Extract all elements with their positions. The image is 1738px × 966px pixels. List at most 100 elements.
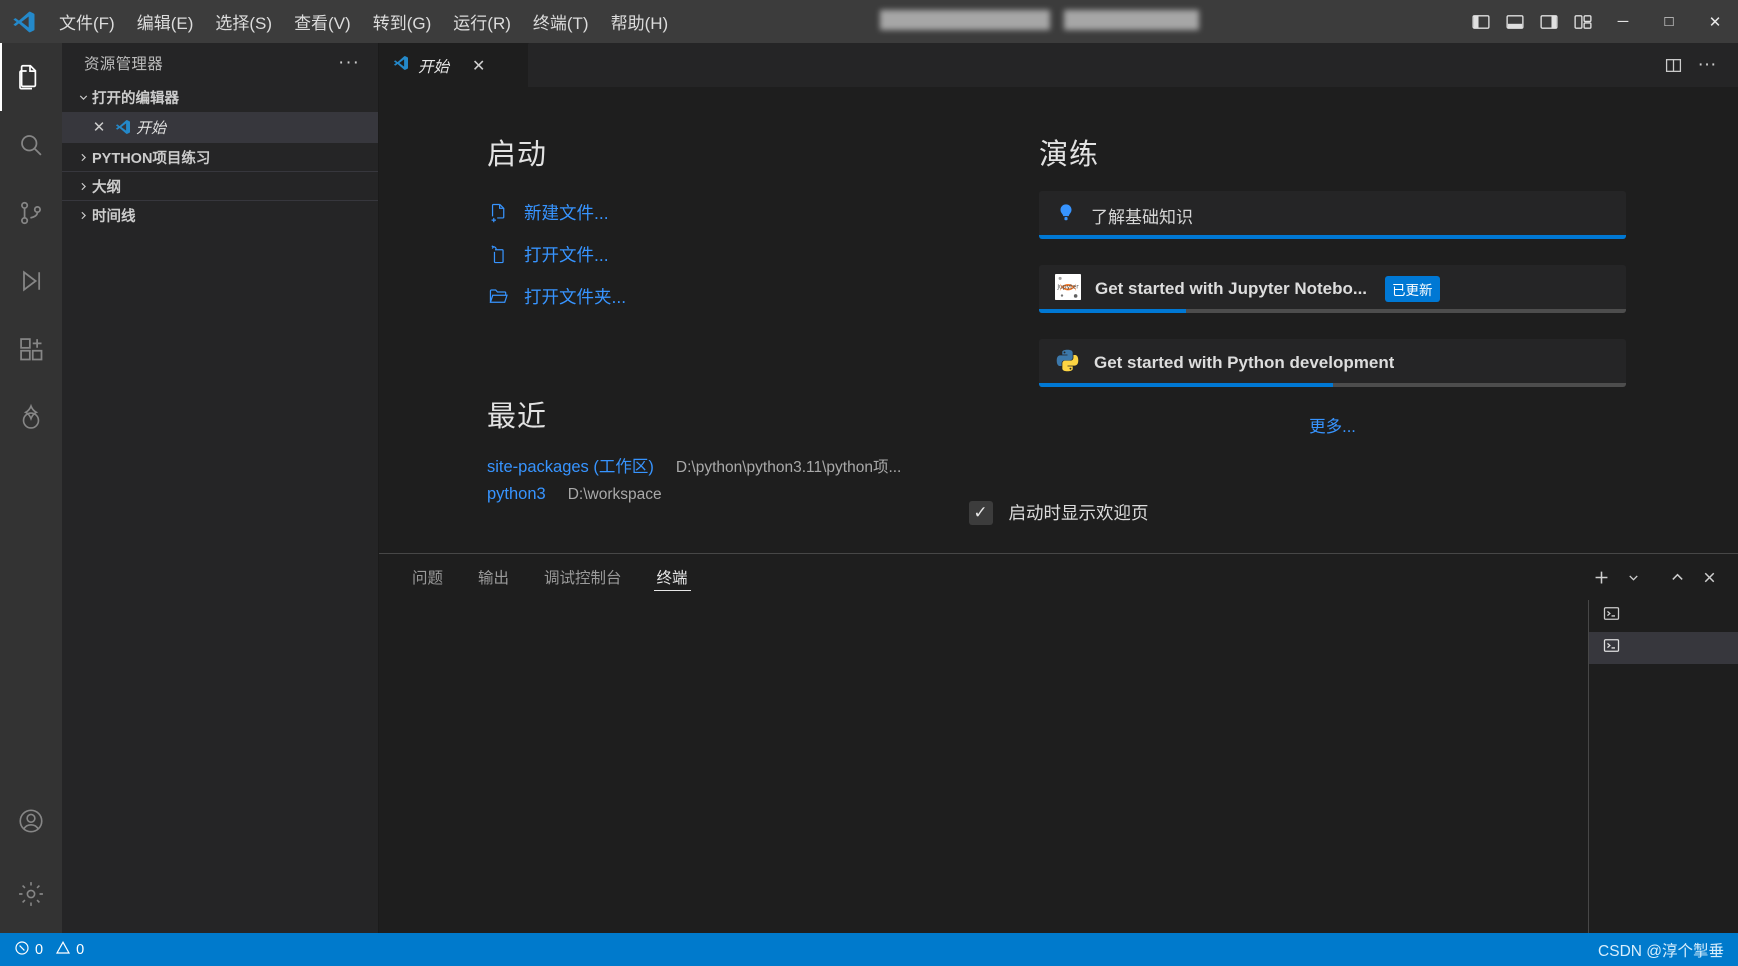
- walkthrough-title: Get started with Python development: [1094, 353, 1395, 372]
- activity-extensions[interactable]: [0, 315, 62, 383]
- walkthrough-title: Get started with Jupyter Notebo...: [1095, 279, 1368, 298]
- vscode-logo-icon: [0, 10, 48, 34]
- menu-terminal[interactable]: 终端(T): [522, 0, 600, 43]
- status-bar: 0 0 CSDN @淳个掣垂: [0, 933, 1738, 966]
- menu-file[interactable]: 文件(F): [48, 0, 126, 43]
- menu-go[interactable]: 转到(G): [362, 0, 443, 43]
- window-close-button[interactable]: ✕: [1692, 0, 1738, 43]
- warning-count[interactable]: 0: [55, 940, 84, 960]
- activity-settings[interactable]: [0, 855, 62, 933]
- activity-bar: [0, 43, 62, 933]
- vscode-window: 文件(F) 编辑(E) 选择(S) 查看(V) 转到(G) 运行(R) 终端(T…: [0, 0, 1738, 966]
- chevron-right-icon: [74, 180, 92, 193]
- error-circle-icon: [14, 940, 30, 960]
- sidebar-section-project[interactable]: PYTHON项目练习: [62, 142, 378, 171]
- warning-count-value: 0: [76, 941, 85, 958]
- python-icon: [1055, 348, 1080, 378]
- sidebar-section-timeline[interactable]: 时间线: [62, 200, 378, 229]
- new-file-link[interactable]: 新建文件...: [487, 191, 1027, 233]
- sidebar-section-open-editors[interactable]: 打开的编辑器: [62, 83, 378, 112]
- close-icon[interactable]: ✕: [88, 118, 110, 136]
- vscode-logo-icon: [393, 55, 409, 76]
- walkthrough-jupyter[interactable]: jupyter Get started with Jupyter Notebo.…: [1039, 265, 1626, 313]
- workbench-body: 资源管理器 ··· 打开的编辑器 ✕ 开始 PYTHON项目练习 大纲 时间线 …: [0, 43, 1738, 933]
- toggle-primary-sidebar-icon[interactable]: [1464, 0, 1498, 43]
- open-file-icon: [487, 244, 509, 265]
- menu-run[interactable]: 运行(R): [442, 0, 522, 43]
- editor-area: 开始 ✕ ··· 启动 新建文件... 打开文件... 打开文件夹... 最近 …: [379, 43, 1738, 933]
- panel-tab-debug-console[interactable]: 调试控制台: [531, 554, 635, 600]
- editor-actions: ···: [1658, 43, 1738, 87]
- sidebar-more-actions-icon[interactable]: ···: [338, 53, 360, 72]
- welcome-right-column: 演练 了解基础知识 jupyter Get started with Jupyt…: [1027, 131, 1738, 517]
- walkthrough-progress: [1039, 309, 1626, 313]
- start-item-label: 新建文件...: [524, 202, 609, 223]
- close-icon[interactable]: ✕: [472, 56, 485, 76]
- activity-search[interactable]: [0, 111, 62, 179]
- tab-label: 开始: [418, 58, 450, 76]
- walkthrough-title: 了解基础知识: [1091, 207, 1193, 227]
- panel-header: 问题 输出 调试控制台 终端: [379, 554, 1738, 600]
- chevron-down-icon: [74, 91, 92, 104]
- panel-body: [379, 600, 1738, 933]
- recent-heading: 最近: [487, 401, 548, 433]
- sidebar-section-outline[interactable]: 大纲: [62, 171, 378, 200]
- panel-actions: [1586, 554, 1738, 600]
- terminal-output[interactable]: [379, 600, 1588, 933]
- panel-tab-terminal[interactable]: 终端: [644, 554, 701, 600]
- close-panel-icon[interactable]: [1694, 562, 1724, 592]
- customize-layout-icon[interactable]: [1566, 0, 1600, 43]
- activity-explorer[interactable]: [0, 43, 62, 111]
- terminal-instance-1[interactable]: [1589, 600, 1738, 632]
- activity-source-control[interactable]: [0, 179, 62, 247]
- recent-item[interactable]: site-packages (工作区) D:\python\python3.11…: [487, 453, 1027, 485]
- tab-strip-spacer: [529, 43, 1658, 87]
- menu-help[interactable]: 帮助(H): [600, 0, 680, 43]
- menu-view[interactable]: 查看(V): [283, 0, 362, 43]
- window-minimize-button[interactable]: ─: [1600, 0, 1646, 43]
- walkthrough-progress: [1039, 383, 1626, 387]
- activity-copilot[interactable]: [0, 383, 62, 451]
- terminal-instance-2[interactable]: [1589, 632, 1738, 664]
- new-terminal-icon[interactable]: [1586, 562, 1616, 592]
- window-maximize-button[interactable]: □: [1646, 0, 1692, 43]
- menu-edit[interactable]: 编辑(E): [126, 0, 205, 43]
- bottom-panel: 问题 输出 调试控制台 终端: [379, 553, 1738, 933]
- activity-run-debug[interactable]: [0, 247, 62, 315]
- walkthroughs-more-link[interactable]: 更多...: [1039, 413, 1626, 437]
- sidebar-section-label: PYTHON项目练习: [92, 150, 211, 167]
- panel-tab-output[interactable]: 输出: [465, 554, 522, 600]
- show-on-startup-row[interactable]: ✓ 启动时显示欢迎页: [379, 500, 1738, 525]
- maximize-panel-icon[interactable]: [1662, 562, 1692, 592]
- title-bar-right: ─ □ ✕: [1464, 0, 1738, 43]
- start-item-label: 打开文件夹...: [524, 286, 627, 307]
- sidebar-section-label: 打开的编辑器: [92, 91, 179, 107]
- open-editor-item[interactable]: ✕ 开始: [62, 112, 378, 142]
- open-folder-link[interactable]: 打开文件夹...: [487, 275, 1027, 317]
- tab-welcome[interactable]: 开始 ✕: [379, 43, 529, 87]
- welcome-left-column: 启动 新建文件... 打开文件... 打开文件夹... 最近 site-pack…: [379, 131, 1027, 517]
- window-title-redacted: [880, 10, 1199, 30]
- sidebar-title: 资源管理器: [84, 56, 164, 73]
- lightbulb-icon: [1055, 202, 1077, 229]
- recent-name[interactable]: site-packages (工作区): [487, 453, 654, 477]
- error-count[interactable]: 0: [14, 940, 43, 960]
- status-problems[interactable]: 0 0: [14, 940, 84, 960]
- more-actions-icon[interactable]: ···: [1692, 50, 1722, 80]
- activity-accounts[interactable]: [0, 787, 62, 855]
- toggle-panel-icon[interactable]: [1498, 0, 1532, 43]
- menu-selection[interactable]: 选择(S): [204, 0, 283, 43]
- new-file-icon: [487, 202, 509, 223]
- chevron-down-icon[interactable]: [1618, 562, 1648, 592]
- panel-tab-problems[interactable]: 问题: [399, 554, 456, 600]
- split-editor-icon[interactable]: [1658, 50, 1688, 80]
- show-on-startup-checkbox[interactable]: ✓: [968, 500, 993, 525]
- open-file-link[interactable]: 打开文件...: [487, 233, 1027, 275]
- toggle-secondary-sidebar-icon[interactable]: [1532, 0, 1566, 43]
- show-on-startup-label: 启动时显示欢迎页: [1008, 503, 1149, 523]
- terminal-instance-list: [1588, 600, 1738, 933]
- vscode-logo-icon: [110, 119, 136, 135]
- recent-section: 最近 site-packages (工作区) D:\python\python3…: [487, 393, 1027, 517]
- walkthrough-python[interactable]: Get started with Python development: [1039, 339, 1626, 387]
- walkthrough-basics[interactable]: 了解基础知识: [1039, 191, 1626, 239]
